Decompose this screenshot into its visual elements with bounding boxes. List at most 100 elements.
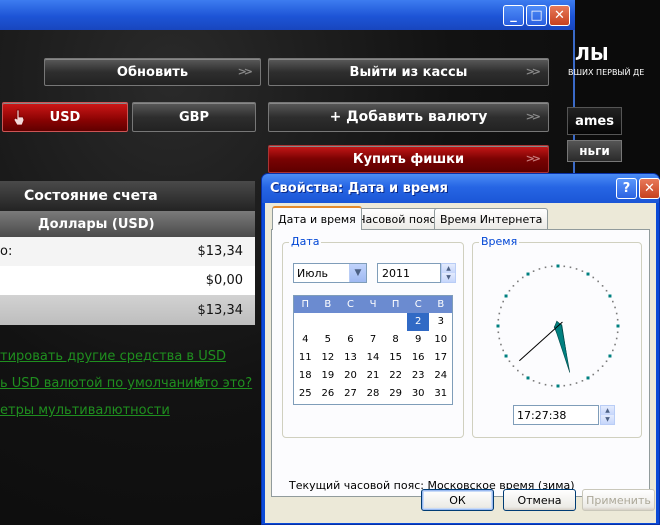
tab-time-zone[interactable]: Часовой пояс bbox=[352, 208, 442, 229]
calendar-day[interactable]: 16 bbox=[407, 349, 430, 367]
calendar-day[interactable]: 25 bbox=[294, 385, 317, 403]
add-currency-label: + Добавить валюту bbox=[329, 109, 488, 125]
time-spinner[interactable]: ▲ ▼ bbox=[600, 405, 615, 425]
calendar-weekday-header: П В С Ч П С В bbox=[294, 296, 452, 313]
background-tab-money[interactable]: ньги bbox=[567, 140, 622, 162]
account-total-row: $13,34 bbox=[0, 295, 255, 325]
calendar-day[interactable]: 27 bbox=[339, 385, 362, 403]
background-title: ЛЫ bbox=[575, 44, 609, 65]
clock-tick bbox=[500, 306, 502, 309]
clock-tick bbox=[512, 365, 515, 367]
ok-button[interactable]: ОК bbox=[421, 489, 494, 511]
calendar-day[interactable]: 17 bbox=[429, 349, 452, 367]
dialog-client-area: Дата и время Часовой пояс Время Интернет… bbox=[265, 203, 656, 523]
calendar-day[interactable]: 30 bbox=[407, 385, 430, 403]
calendar-day[interactable]: 21 bbox=[362, 367, 385, 385]
calendar-day-selected[interactable]: 2 bbox=[406, 313, 430, 331]
chevron-right-icon: >> bbox=[525, 110, 542, 123]
dialog-titlebar[interactable]: Свойства: Дата и время ? ✕ bbox=[262, 174, 660, 203]
apply-button[interactable]: Применить bbox=[582, 489, 655, 511]
add-currency-button[interactable]: + Добавить валюту >> bbox=[268, 102, 549, 132]
calendar-day[interactable]: 9 bbox=[407, 331, 430, 349]
calendar-day[interactable]: 8 bbox=[384, 331, 407, 349]
calendar[interactable]: П В С Ч П С В 2 3 4 5 6 7 8 9 10 11 12 13 14 15 16 17 18… bbox=[293, 295, 453, 405]
calendar-day[interactable]: 5 bbox=[317, 331, 340, 349]
calendar-day[interactable]: 6 bbox=[339, 331, 362, 349]
currency-gbp-button[interactable]: GBP bbox=[132, 102, 256, 132]
clock-tick bbox=[521, 373, 524, 376]
calendar-day[interactable]: 7 bbox=[362, 331, 385, 349]
calendar-days[interactable]: 2 3 4 5 6 7 8 9 10 11 12 13 14 15 16 17 18 19 20 21 22 23 24 25… bbox=[294, 313, 452, 403]
background-tab-games[interactable]: ames bbox=[567, 107, 622, 135]
refresh-label: Обновить bbox=[116, 64, 189, 80]
date-group-label: Дата bbox=[289, 235, 322, 248]
convert-funds-link[interactable]: тировать другие средства в USD bbox=[0, 349, 226, 364]
calendar-day[interactable]: 15 bbox=[384, 349, 407, 367]
calendar-day[interactable]: 4 bbox=[294, 331, 317, 349]
clock-tick bbox=[615, 337, 618, 340]
calendar-day[interactable]: 3 bbox=[429, 313, 452, 331]
what-is-this-link[interactable]: Что это? bbox=[194, 376, 252, 391]
buy-chips-button[interactable]: Купить фишки >> bbox=[268, 145, 549, 173]
calendar-day[interactable]: 31 bbox=[429, 385, 452, 403]
calendar-day[interactable]: 22 bbox=[384, 367, 407, 385]
calendar-day[interactable]: 19 bbox=[317, 367, 340, 385]
calendar-day[interactable]: 28 bbox=[362, 385, 385, 403]
weekday-label: Ч bbox=[369, 299, 377, 310]
spin-down-icon[interactable]: ▼ bbox=[442, 273, 455, 282]
calendar-day[interactable]: 13 bbox=[339, 349, 362, 367]
clock-tick bbox=[575, 382, 578, 384]
calendar-week-row: 18 19 20 21 22 23 24 bbox=[294, 367, 452, 385]
month-select[interactable]: Июль ▼ bbox=[293, 263, 367, 283]
calendar-day bbox=[339, 313, 362, 331]
refresh-button[interactable]: Обновить >> bbox=[44, 58, 261, 86]
clock-tick bbox=[615, 312, 618, 315]
clock-tick bbox=[569, 383, 572, 386]
calendar-week-row: 4 5 6 7 8 9 10 bbox=[294, 331, 452, 349]
minimize-button[interactable]: _ bbox=[503, 5, 524, 26]
clock-second-hand bbox=[519, 321, 563, 362]
tab-panel: Дата Июль ▼ 2011 ▲ ▼ П В С Ч П С В 2 3 4… bbox=[271, 229, 650, 497]
calendar-day[interactable]: 18 bbox=[294, 367, 317, 385]
account-row: $0,00 bbox=[0, 266, 255, 295]
calendar-day[interactable]: 23 bbox=[407, 367, 430, 385]
clock-tick bbox=[556, 264, 560, 268]
clock-tick bbox=[581, 380, 584, 382]
time-input[interactable]: 17:27:38 bbox=[513, 405, 599, 425]
calendar-day[interactable]: 29 bbox=[384, 385, 407, 403]
calendar-day[interactable]: 11 bbox=[294, 349, 317, 367]
year-spinner[interactable]: ▲ ▼ bbox=[441, 263, 456, 283]
close-button[interactable]: ✕ bbox=[549, 5, 570, 26]
calendar-day[interactable]: 12 bbox=[317, 349, 340, 367]
multicurrency-settings-link[interactable]: етры мультивалютности bbox=[0, 403, 170, 418]
spin-down-icon[interactable]: ▼ bbox=[601, 415, 614, 424]
spin-up-icon[interactable]: ▲ bbox=[442, 264, 455, 273]
calendar-day[interactable]: 10 bbox=[429, 331, 452, 349]
year-input[interactable]: 2011 bbox=[377, 263, 441, 283]
default-currency-link[interactable]: ь USD валютой по умолчанию bbox=[0, 376, 205, 391]
clock-tick bbox=[605, 360, 608, 363]
clock-tick bbox=[502, 349, 504, 352]
dialog-close-button[interactable]: ✕ bbox=[639, 178, 660, 199]
clock-tick bbox=[532, 270, 535, 272]
cancel-button[interactable]: Отмена bbox=[503, 489, 576, 511]
clock-tick bbox=[605, 289, 608, 292]
clock-tick bbox=[521, 276, 524, 279]
calendar-day bbox=[317, 313, 340, 331]
chevron-down-icon[interactable]: ▼ bbox=[349, 264, 366, 282]
weekday-label: В bbox=[324, 299, 332, 310]
calendar-day[interactable]: 26 bbox=[317, 385, 340, 403]
maximize-button[interactable]: □ bbox=[526, 5, 547, 26]
account-total-value: $13,34 bbox=[197, 302, 244, 318]
spin-up-icon[interactable]: ▲ bbox=[601, 406, 614, 415]
tab-internet-time[interactable]: Время Интернета bbox=[434, 208, 549, 229]
calendar-day[interactable]: 14 bbox=[362, 349, 385, 367]
tab-date-time[interactable]: Дата и время bbox=[272, 206, 362, 230]
calendar-day[interactable]: 24 bbox=[429, 367, 452, 385]
usd-label: USD bbox=[49, 109, 81, 125]
exit-cashier-button[interactable]: Выйти из кассы >> bbox=[268, 58, 549, 86]
currency-usd-button[interactable]: USD bbox=[2, 102, 128, 132]
date-groupbox: Дата Июль ▼ 2011 ▲ ▼ П В С Ч П С В 2 3 4… bbox=[282, 235, 464, 438]
calendar-day[interactable]: 20 bbox=[339, 367, 362, 385]
help-button[interactable]: ? bbox=[616, 178, 637, 199]
